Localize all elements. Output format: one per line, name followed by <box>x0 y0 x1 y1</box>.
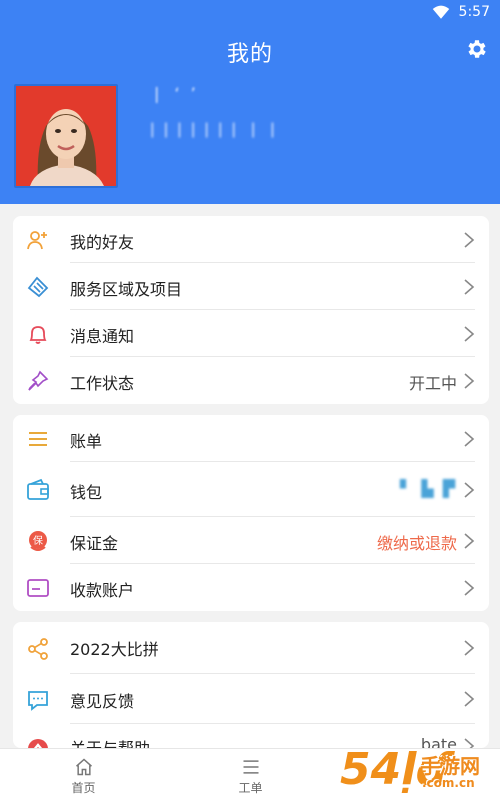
menu-item-label: 2022大比拼 <box>70 640 159 659</box>
tab-work-orders[interactable]: 工单 <box>167 749 334 801</box>
wifi-icon <box>432 5 450 19</box>
status-time: 5:57 <box>458 4 490 20</box>
menu-item-label: 保证金 <box>70 534 119 553</box>
menu-item-label: 关于与帮助 <box>70 735 150 748</box>
add-friend-icon <box>27 231 47 250</box>
share-icon <box>28 638 48 660</box>
chevron-right-icon <box>464 482 475 498</box>
menu-item-label: 服务区域及项目 <box>70 280 183 299</box>
menu-item-label: 收款账户 <box>70 581 135 600</box>
about-icon <box>28 739 48 748</box>
work-status-value: 开工中 <box>408 374 457 393</box>
avatar[interactable] <box>14 84 118 188</box>
menu-group-1: 我的好友 服务区域及项目 消息通知 工作状态 开工中 <box>13 216 489 404</box>
menu-item-payment-account[interactable]: 收款账户 <box>13 564 489 611</box>
user-phone: ❘❘❘❘❘❘❘ ❘ ❘ <box>146 120 280 138</box>
deposit-action-text: 缴纳或退款 <box>376 534 457 553</box>
menu-item-bills[interactable]: 账单 <box>13 415 489 462</box>
watermark-text: 手游网 <box>420 754 480 778</box>
menu-group-2: 账单 钱包 ▘ ▙ ▛ 保 保证金 缴纳或退款 收款账户 <box>13 415 489 611</box>
settings-gear-icon[interactable] <box>464 37 488 61</box>
chevron-right-icon <box>464 431 475 447</box>
menu-item-work-status[interactable]: 工作状态 开工中 <box>13 357 489 404</box>
chevron-right-icon <box>464 691 475 707</box>
profile-header: 我的 ❘ ‘ ’ ❘❘❘❘❘❘❘ ❘ ❘ <box>0 26 500 204</box>
menu-item-label: 工作状态 <box>70 374 135 393</box>
menu-item-label: 消息通知 <box>70 327 135 346</box>
menu-item-deposit[interactable]: 保 保证金 缴纳或退款 <box>13 517 489 564</box>
menu-item-label: 账单 <box>70 432 103 451</box>
tab-label: 工单 <box>238 781 263 795</box>
chevron-right-icon <box>464 232 475 248</box>
deposit-shield-icon: 保 <box>29 531 47 551</box>
menu-item-wallet[interactable]: 钱包 ▘ ▙ ▛ <box>13 462 489 517</box>
watermark-domain: .com.cn <box>422 776 475 790</box>
chevron-right-icon <box>464 533 475 549</box>
tab-label: 首页 <box>71 781 96 795</box>
status-bar: 5:57 <box>0 0 500 26</box>
wallet-balance: ▘ ▙ ▛ <box>399 479 457 498</box>
list-icon <box>243 760 259 774</box>
menu-item-friends[interactable]: 我的好友 <box>13 216 489 263</box>
menu-group-3: 2022大比拼 意见反馈 关于与帮助 bate <box>13 622 489 748</box>
pin-icon <box>28 370 49 391</box>
bell-icon <box>29 326 47 344</box>
card-icon <box>27 579 49 597</box>
chevron-right-icon <box>464 279 475 295</box>
menu-item-label: 钱包 <box>70 483 103 502</box>
chevron-right-icon <box>464 640 475 656</box>
menu-item-competition[interactable]: 2022大比拼 <box>13 622 489 674</box>
avatar-photo <box>16 86 116 186</box>
chevron-right-icon <box>464 326 475 342</box>
page-title: 我的 <box>226 42 273 67</box>
site-watermark-logo: 54ḷɗ 手游网 .com.cn <box>336 744 496 798</box>
chevron-right-icon <box>464 580 475 596</box>
list-icon <box>29 432 47 446</box>
home-icon <box>76 758 92 776</box>
user-name: ❘ ‘ ’ <box>150 84 199 103</box>
menu-item-service-area[interactable]: 服务区域及项目 <box>13 263 489 310</box>
menu-item-label: 意见反馈 <box>70 692 135 711</box>
menu-item-label: 我的好友 <box>70 233 135 252</box>
wallet-icon <box>27 478 49 500</box>
tab-home[interactable]: 首页 <box>0 749 167 801</box>
menu-item-feedback[interactable]: 意见反馈 <box>13 674 489 724</box>
map-icon <box>27 276 49 298</box>
chevron-right-icon <box>464 373 475 389</box>
chat-icon <box>28 691 48 711</box>
menu-item-notifications[interactable]: 消息通知 <box>13 310 489 357</box>
svg-text:保: 保 <box>33 534 43 547</box>
